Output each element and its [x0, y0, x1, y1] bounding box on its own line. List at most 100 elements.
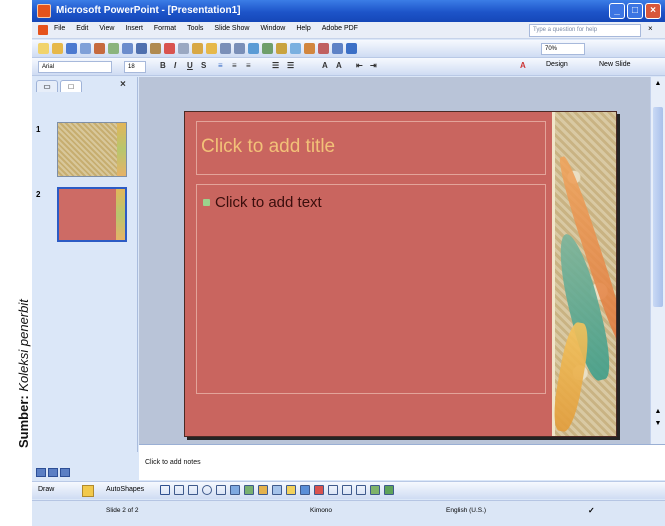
text-box-icon[interactable]: [216, 485, 226, 495]
menu-window[interactable]: Window: [260, 25, 285, 32]
clip-art-icon[interactable]: [258, 485, 268, 495]
align-left-icon[interactable]: ≡: [218, 61, 223, 70]
draw-menu-button[interactable]: Draw: [38, 486, 54, 493]
font-color-icon[interactable]: [314, 485, 324, 495]
align-center-icon[interactable]: ≡: [232, 61, 237, 70]
fill-color-icon[interactable]: [286, 485, 296, 495]
notes-pane[interactable]: Click to add notes: [139, 444, 665, 480]
3d-style-icon[interactable]: [384, 485, 394, 495]
current-slide[interactable]: Click to add title Click to add text: [184, 111, 617, 437]
menu-file[interactable]: File: [54, 25, 65, 32]
tab-outline[interactable]: ▭: [36, 80, 58, 92]
grid-icon[interactable]: [332, 43, 343, 54]
shadow-style-icon[interactable]: [370, 485, 380, 495]
help-search-input[interactable]: Type a question for help: [529, 24, 641, 37]
font-color-icon[interactable]: A: [520, 61, 526, 70]
insert-table-icon[interactable]: [262, 43, 273, 54]
align-right-icon[interactable]: ≡: [246, 61, 251, 70]
select-objects-icon[interactable]: [82, 485, 94, 497]
permission-icon[interactable]: [80, 43, 91, 54]
diagram-icon[interactable]: [244, 485, 254, 495]
new-slide-button[interactable]: New Slide: [599, 61, 631, 68]
show-formatting-icon[interactable]: [318, 43, 329, 54]
wordart-icon[interactable]: [230, 485, 240, 495]
shadow-icon[interactable]: S: [201, 61, 206, 70]
maximize-button[interactable]: □: [627, 3, 643, 19]
zoom-select[interactable]: 70%: [541, 43, 585, 55]
slide-thumbnail-1[interactable]: [57, 122, 127, 177]
slide-thumbnail-2[interactable]: [57, 187, 127, 242]
design-template-name: Kimono: [310, 507, 333, 514]
next-slide-icon[interactable]: ▼: [653, 419, 663, 429]
document-icon[interactable]: [38, 25, 48, 35]
italic-icon[interactable]: I: [174, 61, 176, 70]
slides-pane: ▭ □ × 1 2: [32, 77, 138, 452]
vertical-scrollbar[interactable]: ▲ ▲ ▼: [650, 77, 665, 444]
line-style-icon[interactable]: [328, 485, 338, 495]
previous-slide-icon[interactable]: ▲: [653, 407, 663, 417]
menu-edit[interactable]: Edit: [76, 25, 88, 32]
decrease-font-icon[interactable]: A: [336, 61, 342, 70]
font-size-select[interactable]: 18: [124, 61, 146, 73]
bullets-icon[interactable]: ☰: [287, 61, 294, 70]
oval-icon[interactable]: [202, 485, 212, 495]
close-button[interactable]: ×: [645, 3, 661, 19]
spelling-icon[interactable]: [136, 43, 147, 54]
copy-icon[interactable]: [178, 43, 189, 54]
powerpoint-icon: [37, 4, 51, 18]
normal-view-icon[interactable]: [36, 468, 46, 477]
menu-view[interactable]: View: [99, 25, 114, 32]
research-icon[interactable]: [150, 43, 161, 54]
redo-icon[interactable]: [234, 43, 245, 54]
new-icon[interactable]: [38, 43, 49, 54]
rectangle-icon[interactable]: [188, 485, 198, 495]
menu-tools[interactable]: Tools: [187, 25, 203, 32]
paste-icon[interactable]: [192, 43, 203, 54]
tab-slides[interactable]: □: [60, 80, 82, 92]
dash-style-icon[interactable]: [342, 485, 352, 495]
cut-icon[interactable]: [164, 43, 175, 54]
close-icon[interactable]: ×: [648, 24, 653, 33]
format-painter-icon[interactable]: [206, 43, 217, 54]
menu-adobe-pdf[interactable]: Adobe PDF: [322, 25, 358, 32]
increase-indent-icon[interactable]: ⇥: [370, 61, 377, 70]
body-placeholder[interactable]: Click to add text: [196, 184, 546, 394]
picture-icon[interactable]: [272, 485, 282, 495]
slide-show-icon[interactable]: [60, 468, 70, 477]
bold-icon[interactable]: B: [160, 61, 166, 70]
open-icon[interactable]: [52, 43, 63, 54]
design-button[interactable]: Design: [546, 61, 568, 68]
font-select[interactable]: Arial: [38, 61, 112, 73]
menu-format[interactable]: Format: [154, 25, 176, 32]
scroll-thumb[interactable]: [653, 107, 663, 307]
email-icon[interactable]: [94, 43, 105, 54]
arrow-style-icon[interactable]: [356, 485, 366, 495]
menu-insert[interactable]: Insert: [125, 25, 143, 32]
save-icon[interactable]: [66, 43, 77, 54]
title-bar: Microsoft PowerPoint - [Presentation1] _…: [32, 0, 665, 22]
title-placeholder[interactable]: Click to add title: [196, 121, 546, 175]
decrease-indent-icon[interactable]: ⇤: [356, 61, 363, 70]
menu-help[interactable]: Help: [296, 25, 310, 32]
expand-all-icon[interactable]: [304, 43, 315, 54]
color-grayscale-icon[interactable]: [346, 43, 357, 54]
menu-slide-show[interactable]: Slide Show: [214, 25, 249, 32]
minimize-button[interactable]: _: [609, 3, 625, 19]
slide-sorter-icon[interactable]: [48, 468, 58, 477]
tables-borders-icon[interactable]: [276, 43, 287, 54]
line-color-icon[interactable]: [300, 485, 310, 495]
increase-font-icon[interactable]: A: [322, 61, 328, 70]
autoshapes-button[interactable]: AutoShapes: [106, 486, 144, 493]
underline-icon[interactable]: U: [187, 61, 193, 70]
slide-number: 2: [36, 190, 41, 199]
scroll-up-icon[interactable]: ▲: [653, 79, 663, 89]
print-icon[interactable]: [108, 43, 119, 54]
undo-icon[interactable]: [220, 43, 231, 54]
numbering-icon[interactable]: ☰: [272, 61, 279, 70]
insert-diagram-icon[interactable]: [290, 43, 301, 54]
pane-close-icon[interactable]: ×: [120, 79, 126, 90]
insert-chart-icon[interactable]: [248, 43, 259, 54]
arrow-icon[interactable]: [174, 485, 184, 495]
line-icon[interactable]: [160, 485, 170, 495]
preview-icon[interactable]: [122, 43, 133, 54]
